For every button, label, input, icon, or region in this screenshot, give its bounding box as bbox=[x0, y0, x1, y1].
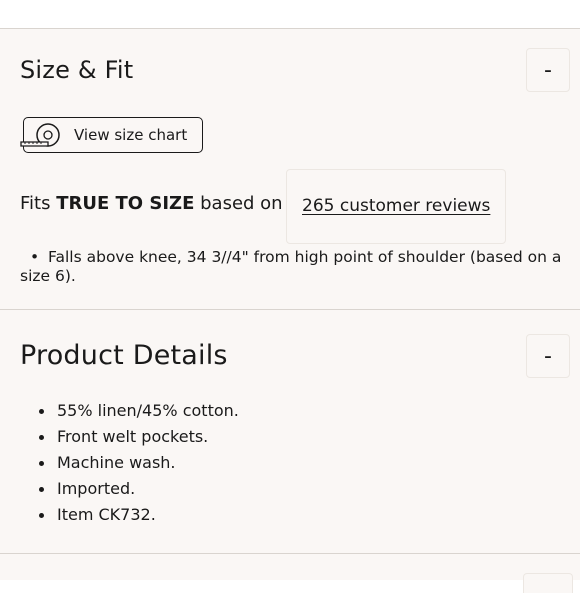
list-item: Item CK732. bbox=[20, 504, 239, 530]
product-details-title: Product Details bbox=[20, 340, 228, 371]
bullet-icon: • bbox=[30, 248, 40, 266]
list-item: Imported. bbox=[20, 478, 239, 504]
list-item-text: 55% linen/45% cotton. bbox=[57, 401, 239, 420]
measuring-tape-icon bbox=[20, 123, 60, 147]
fit-summary-emphasis: TRUE TO SIZE bbox=[56, 193, 195, 214]
bullet-icon bbox=[39, 513, 44, 518]
list-item: Front welt pockets. bbox=[20, 426, 239, 452]
reviews-link-box[interactable]: 265 customer reviews bbox=[286, 169, 506, 244]
fit-summary: Fits TRUE TO SIZE based on bbox=[20, 193, 283, 214]
size-fit-section: Size & Fit - View size chart Fits TRUE T… bbox=[0, 29, 580, 309]
minus-icon: - bbox=[544, 57, 552, 83]
fit-note-text: Falls above knee, 34 3//4" from high poi… bbox=[20, 248, 562, 285]
fit-summary-suffix: based on bbox=[194, 193, 283, 214]
list-item-text: Machine wash. bbox=[57, 453, 176, 472]
fit-summary-prefix: Fits bbox=[20, 193, 57, 214]
view-size-chart-button[interactable]: View size chart bbox=[20, 117, 203, 153]
bullet-icon bbox=[39, 435, 44, 440]
list-item-text: Imported. bbox=[57, 479, 136, 498]
list-item-text: Front welt pockets. bbox=[57, 427, 209, 446]
size-fit-title: Size & Fit bbox=[20, 56, 134, 84]
next-section bbox=[0, 554, 580, 593]
bullet-icon bbox=[39, 461, 44, 466]
list-item-text: Item CK732. bbox=[57, 505, 156, 524]
view-size-chart-label: View size chart bbox=[74, 126, 188, 144]
product-details-collapse-button[interactable]: - bbox=[526, 334, 570, 378]
product-details-list: 55% linen/45% cotton. Front welt pockets… bbox=[20, 400, 239, 530]
customer-reviews-link[interactable]: 265 customer reviews bbox=[302, 196, 490, 216]
bullet-icon bbox=[39, 409, 44, 414]
bullet-icon bbox=[39, 487, 44, 492]
minus-icon: - bbox=[544, 343, 552, 369]
list-item: Machine wash. bbox=[20, 452, 239, 478]
fit-note: • Falls above knee, 34 3//4" from high p… bbox=[20, 248, 568, 286]
next-section-toggle-button[interactable] bbox=[523, 573, 573, 593]
list-item: 55% linen/45% cotton. bbox=[20, 400, 239, 426]
top-strip bbox=[0, 0, 580, 28]
product-details-section: Product Details - 55% linen/45% cotton. … bbox=[0, 310, 580, 553]
size-fit-collapse-button[interactable]: - bbox=[526, 48, 570, 92]
